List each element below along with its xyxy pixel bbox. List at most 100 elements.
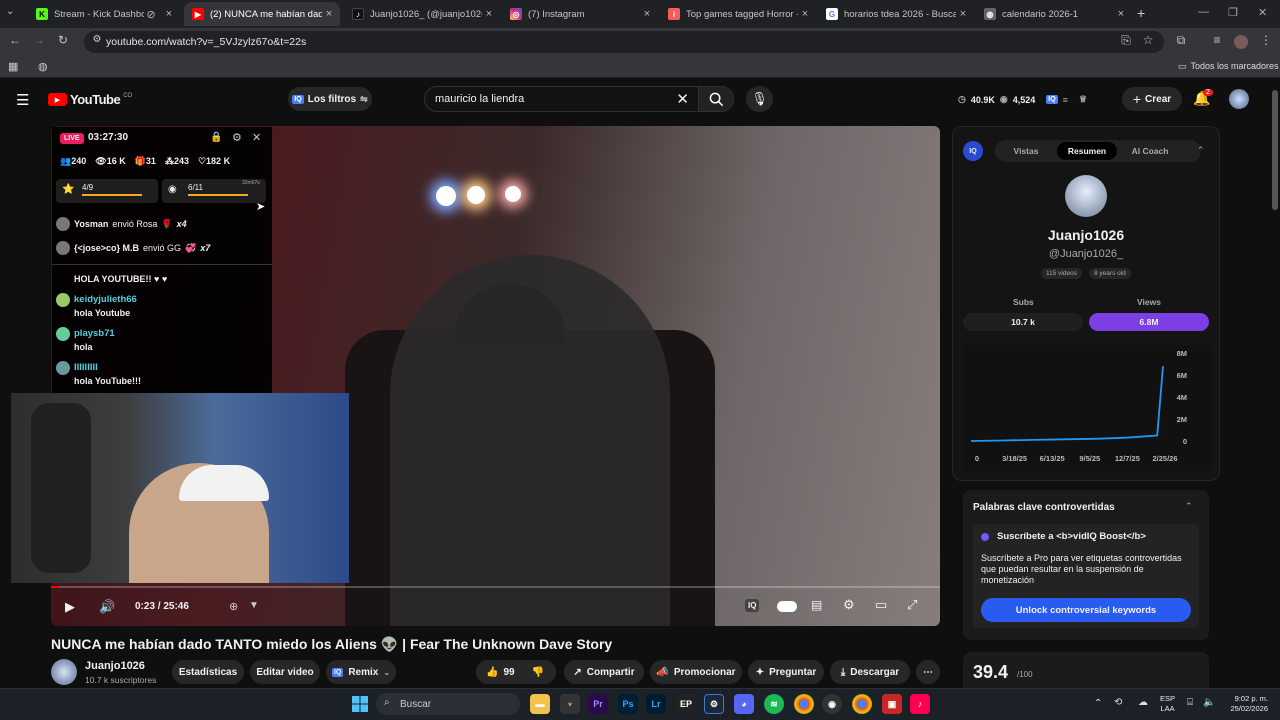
address-bar[interactable]: youtube.com/watch?v=_5VJzylz67o&t=22s bbox=[84, 31, 1164, 53]
premiere-icon[interactable]: Pr bbox=[588, 694, 608, 714]
tray-app-icon[interactable]: ⟲ bbox=[1114, 697, 1122, 708]
spotify-icon[interactable]: ≋ bbox=[764, 694, 784, 714]
input-language[interactable]: ESP LAA bbox=[1160, 694, 1175, 714]
tab-calendario[interactable]: ◍ calendario 2026-1 × bbox=[976, 2, 1132, 26]
theater-icon[interactable]: ▭ bbox=[875, 597, 887, 613]
restore-icon[interactable]: ❐ bbox=[1228, 6, 1238, 19]
edit-video-button[interactable]: Editar video bbox=[250, 660, 320, 684]
voice-search-button[interactable]: 🎙 bbox=[746, 86, 773, 112]
discord-icon[interactable]: ◕ bbox=[734, 694, 754, 714]
photoshop-icon[interactable]: Ps bbox=[618, 694, 638, 714]
profile-avatar[interactable] bbox=[1234, 35, 1248, 49]
taskbar-search[interactable]: ⌕ Buscar bbox=[376, 693, 520, 715]
close-icon[interactable]: × bbox=[482, 8, 496, 20]
network-icon[interactable]: ⌸ bbox=[1187, 697, 1193, 708]
stats-button[interactable]: Estadísticas bbox=[172, 660, 244, 684]
tab-kick-dashboard[interactable]: K Stream - Kick Dashboard ⊘ × bbox=[28, 2, 180, 26]
dislike-icon[interactable]: 👎 bbox=[532, 667, 544, 678]
filters-button[interactable]: IQ Los filtros ⇋ bbox=[288, 87, 372, 111]
speaker-icon[interactable]: 🔈 bbox=[1203, 697, 1215, 708]
tray-cloud-icon[interactable]: ☁ bbox=[1138, 697, 1148, 708]
globe-icon[interactable]: ◍ bbox=[38, 60, 48, 73]
collapse-icon[interactable]: ⌃ bbox=[1197, 145, 1205, 156]
like-icon[interactable]: 👍 bbox=[486, 667, 498, 678]
remix-button[interactable]: IQ Remix ⌄ bbox=[326, 660, 396, 684]
steam-icon[interactable]: ⚙ bbox=[704, 694, 724, 714]
account-avatar[interactable] bbox=[1229, 89, 1249, 109]
app-icon[interactable]: ♆ bbox=[560, 694, 580, 714]
close-window-icon[interactable]: ✕ bbox=[1258, 6, 1267, 19]
download-button[interactable]: ⤓ Descargar bbox=[830, 660, 910, 684]
lightroom-icon[interactable]: Lr bbox=[646, 694, 666, 714]
new-tab-button[interactable]: + bbox=[1137, 5, 1145, 21]
trophy-icon[interactable]: ♕ bbox=[1079, 94, 1087, 105]
tab-tiktok[interactable]: ♪ Juanjo1026_ (@juanjo1026_) | × bbox=[344, 2, 500, 26]
tab-resumen[interactable]: Resumen bbox=[1057, 142, 1117, 160]
close-icon[interactable]: × bbox=[798, 8, 812, 20]
start-icon[interactable] bbox=[350, 694, 370, 714]
vidiq-icon[interactable]: IQ bbox=[1046, 95, 1058, 104]
promote-button[interactable]: 📣 Promocionar bbox=[650, 660, 742, 684]
youtube-logo[interactable]: ▶ YouTube CO bbox=[48, 92, 132, 107]
tab-youtube-video[interactable]: ▶ (2) NUNCA me habían dado TA × bbox=[184, 2, 340, 26]
tab-vistas[interactable]: Vistas bbox=[997, 142, 1055, 160]
unlock-keywords-button[interactable]: Unlock controversial keywords bbox=[981, 598, 1191, 622]
close-icon[interactable]: × bbox=[162, 8, 176, 20]
tab-instagram[interactable]: ◎ (7) Instagram × bbox=[502, 2, 658, 26]
channel-name[interactable]: Juanjo1026 bbox=[85, 660, 145, 672]
media-icon[interactable]: ≡ bbox=[1208, 33, 1226, 47]
tab-itch[interactable]: i Top games tagged Horror - itc × bbox=[660, 2, 816, 26]
play-icon[interactable]: ▶ bbox=[65, 599, 75, 615]
bookmark-star-icon[interactable]: ☆ bbox=[1139, 33, 1157, 47]
epic-games-icon[interactable]: EP bbox=[676, 694, 696, 714]
filter-icon[interactable]: ▼ bbox=[249, 600, 259, 611]
all-bookmarks[interactable]: ▭ Todos los marcadores bbox=[1178, 61, 1279, 72]
tab-ai-coach[interactable]: AI Coach bbox=[1119, 142, 1181, 160]
lock-icon[interactable]: 🔒 bbox=[210, 132, 222, 143]
hamburger-menu-icon[interactable]: ☰ bbox=[16, 91, 29, 109]
minimize-icon[interactable]: — bbox=[1198, 6, 1209, 18]
menu-icon[interactable]: ⋮ bbox=[1257, 33, 1275, 47]
close-icon[interactable]: × bbox=[322, 8, 336, 20]
subtitles-icon[interactable]: ▤ bbox=[811, 598, 822, 612]
autoplay-toggle[interactable] bbox=[777, 601, 797, 612]
chapters-icon[interactable]: ⊕ bbox=[229, 600, 238, 613]
site-info-icon[interactable]: ⚙ bbox=[88, 34, 106, 45]
chrome-profile-icon[interactable] bbox=[852, 694, 872, 714]
settings-gear-icon[interactable]: ⚙ bbox=[843, 597, 855, 613]
create-button[interactable]: + Crear bbox=[1122, 87, 1182, 111]
extensions-icon[interactable]: ⧉ bbox=[1172, 33, 1190, 48]
install-app-icon[interactable]: ⎘ bbox=[1117, 33, 1135, 48]
subs-value[interactable]: 10.7 k bbox=[963, 313, 1083, 331]
chrome-icon[interactable] bbox=[794, 694, 814, 714]
tab-google-search[interactable]: G horarios tdea 2026 - Buscar co × bbox=[818, 2, 974, 26]
tray-chevron-icon[interactable]: ⌃ bbox=[1094, 698, 1102, 709]
ask-button[interactable]: ✦ Preguntar bbox=[748, 660, 824, 684]
search-input[interactable]: mauricio la liendra ✕ bbox=[424, 86, 700, 112]
file-explorer-icon[interactable]: ▬ bbox=[530, 694, 550, 714]
back-icon[interactable]: ← bbox=[6, 33, 24, 47]
forward-icon[interactable]: → bbox=[30, 33, 48, 47]
close-icon[interactable]: × bbox=[1114, 8, 1128, 20]
fullscreen-icon[interactable]: ⤢ bbox=[907, 597, 917, 613]
share-button[interactable]: ↗ Compartir bbox=[564, 660, 644, 684]
tab-search-button[interactable]: ⌄ bbox=[6, 6, 20, 20]
vidiq-player-icon[interactable]: IQ bbox=[745, 599, 760, 612]
tiktok-icon[interactable]: ♪ bbox=[910, 694, 930, 714]
clock[interactable]: 9:02 p. m. 25/02/2026 bbox=[1222, 694, 1268, 714]
close-icon[interactable]: × bbox=[956, 8, 970, 20]
close-icon[interactable]: ✕ bbox=[252, 131, 261, 144]
close-icon[interactable]: × bbox=[640, 8, 654, 20]
mute-icon[interactable]: ⊘ bbox=[144, 8, 158, 21]
search-button[interactable] bbox=[698, 86, 734, 112]
reload-icon[interactable]: ↻ bbox=[54, 33, 72, 47]
obs-icon[interactable]: ◉ bbox=[822, 694, 842, 714]
page-scrollbar[interactable] bbox=[1272, 90, 1278, 210]
list-icon[interactable]: ≡ bbox=[1063, 95, 1068, 105]
progress-bar[interactable] bbox=[51, 586, 940, 588]
views-value[interactable]: 6.8M bbox=[1089, 313, 1209, 331]
volume-icon[interactable]: 🔊 bbox=[99, 599, 115, 615]
clear-search-icon[interactable]: ✕ bbox=[676, 90, 689, 108]
capcut-icon[interactable]: ▣ bbox=[882, 694, 902, 714]
collapse-icon[interactable]: ⌃ bbox=[1185, 501, 1193, 512]
